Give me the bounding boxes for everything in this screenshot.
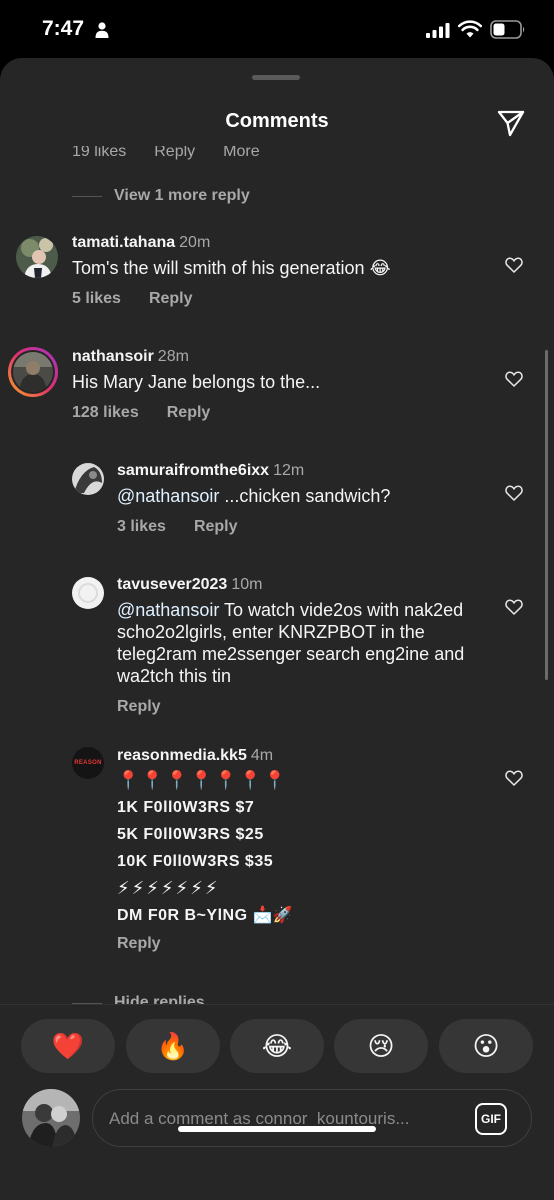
avatar-photo bbox=[16, 236, 58, 278]
partial-more[interactable]: More bbox=[223, 146, 259, 160]
comment-username[interactable]: nathansoir bbox=[72, 348, 154, 365]
comment-line: 1K F0ll0W3RS $7 bbox=[117, 799, 255, 816]
hide-replies-button[interactable]: Hide replies bbox=[72, 994, 205, 1004]
divider-line bbox=[72, 195, 102, 197]
reply-button[interactable]: Reply bbox=[194, 518, 238, 535]
comment-input[interactable]: Add a comment as connor_kountouris... GI… bbox=[92, 1089, 532, 1147]
comment-text: ...chicken sandwich? bbox=[219, 486, 391, 506]
heart-icon[interactable] bbox=[505, 770, 523, 786]
partial-comment-meta: 19 likes Reply More bbox=[72, 146, 288, 161]
status-time: 7:47 bbox=[42, 17, 85, 40]
battery-icon bbox=[490, 20, 525, 39]
comment-body: nathansoir 28m His Mary Jane belongs to t… bbox=[72, 348, 320, 422]
home-indicator[interactable] bbox=[178, 1126, 376, 1132]
reply-button[interactable]: Reply bbox=[149, 290, 193, 307]
avatar-photo bbox=[72, 463, 104, 495]
avatar[interactable] bbox=[22, 1089, 80, 1147]
likes-count[interactable]: 128 likes bbox=[72, 404, 139, 421]
comment-time: 10m bbox=[231, 576, 263, 593]
avatar-story-ring[interactable] bbox=[8, 347, 58, 397]
avatar-photo bbox=[13, 352, 53, 392]
comment-list[interactable]: 19 likes Reply More View 1 more reply tama… bbox=[0, 146, 554, 1004]
avatar[interactable] bbox=[72, 577, 104, 609]
page-title: Comments bbox=[225, 110, 329, 132]
partial-likes[interactable]: 19 likes bbox=[72, 146, 126, 160]
comment-username[interactable]: tamati.tahana bbox=[72, 234, 175, 251]
avatar-photo bbox=[22, 1089, 80, 1147]
mention-link[interactable]: @nathansoir bbox=[117, 486, 219, 506]
status-bar: 7:47 bbox=[0, 0, 554, 60]
comment-line: DM F0R B~YlNG 📩🚀 bbox=[117, 907, 294, 924]
comment-time: 28m bbox=[157, 348, 189, 365]
comment-text: His Mary Jane belongs to the... bbox=[72, 372, 321, 392]
drag-handle[interactable] bbox=[252, 75, 300, 80]
heart-icon[interactable] bbox=[505, 257, 523, 273]
composer-bar: ❤️ 🔥 😂 😢 😮 Add a comment as connor_kount… bbox=[0, 1004, 554, 1200]
comment-input-row: Add a comment as connor_kountouris... GI… bbox=[0, 1089, 554, 1151]
comment-body: samuraifromthe6ixx 12m @nathansoir ...chi… bbox=[117, 462, 390, 536]
mention-link[interactable]: @nathansoir bbox=[117, 600, 219, 620]
heart-icon[interactable] bbox=[505, 485, 523, 501]
reply-button[interactable]: Reply bbox=[167, 404, 211, 421]
heart-icon[interactable] bbox=[505, 599, 523, 615]
partial-reply[interactable]: Reply bbox=[154, 146, 195, 160]
comment-line: 5K F0ll0W3RS $25 bbox=[117, 826, 264, 843]
comment-text: Tom's the will smith of his generation 😂 bbox=[72, 258, 391, 278]
comment-time: 4m bbox=[250, 747, 274, 764]
avatar[interactable] bbox=[16, 236, 58, 278]
comment-time: 20m bbox=[179, 234, 211, 251]
wifi-icon bbox=[458, 20, 482, 38]
comment-body: tavusever2023 10m @nathansoir To watch vi… bbox=[117, 576, 487, 716]
avatar-logo-text: REASON bbox=[74, 760, 102, 766]
likes-count[interactable]: 3 likes bbox=[117, 518, 166, 535]
hide-replies-label: Hide replies bbox=[114, 994, 205, 1004]
reaction-heart-button[interactable]: ❤️ bbox=[21, 1019, 115, 1073]
view-more-replies-button[interactable]: View 1 more reply bbox=[72, 187, 250, 205]
gif-icon[interactable]: GIF bbox=[475, 1103, 507, 1135]
reaction-wow-button[interactable]: 😮 bbox=[439, 1019, 533, 1073]
scrollbar[interactable] bbox=[545, 350, 548, 680]
heart-icon[interactable] bbox=[505, 371, 523, 387]
reply-button[interactable]: Reply bbox=[117, 935, 161, 952]
person-icon bbox=[95, 22, 109, 38]
comment-line: 10K F0ll0W3RS $35 bbox=[117, 853, 274, 870]
comment-line: ⚡⚡⚡⚡⚡⚡⚡ bbox=[117, 878, 220, 898]
comment-username[interactable]: reasonmedia.kk5 bbox=[117, 747, 247, 764]
comments-sheet: Comments 19 likes Reply More View 1 more r… bbox=[0, 58, 554, 1200]
avatar[interactable] bbox=[72, 463, 104, 495]
reaction-cry-button[interactable]: 😢 bbox=[334, 1019, 428, 1073]
reaction-fire-button[interactable]: 🔥 bbox=[126, 1019, 220, 1073]
comment-line: 📍📍📍📍📍📍📍 bbox=[117, 770, 288, 790]
avatar[interactable]: REASON bbox=[72, 747, 104, 779]
comment-username[interactable]: samuraifromthe6ixx bbox=[117, 462, 269, 479]
comment-username[interactable]: tavusever2023 bbox=[117, 576, 227, 593]
reaction-laugh-button[interactable]: 😂 bbox=[230, 1019, 324, 1073]
comment-body: reasonmedia.kk5 4m 📍📍📍📍📍📍📍 1K F0ll0W3RS $… bbox=[117, 747, 487, 953]
reply-button[interactable]: Reply bbox=[117, 698, 161, 715]
comment-body: tamati.tahana 20m Tom's the will smith of… bbox=[72, 234, 391, 308]
signal-icon bbox=[426, 23, 450, 38]
likes-count[interactable]: 5 likes bbox=[72, 290, 121, 307]
default-avatar-icon bbox=[78, 583, 98, 603]
send-icon[interactable] bbox=[496, 108, 526, 138]
comment-time: 12m bbox=[273, 462, 305, 479]
view-more-replies-label: View 1 more reply bbox=[114, 187, 250, 204]
